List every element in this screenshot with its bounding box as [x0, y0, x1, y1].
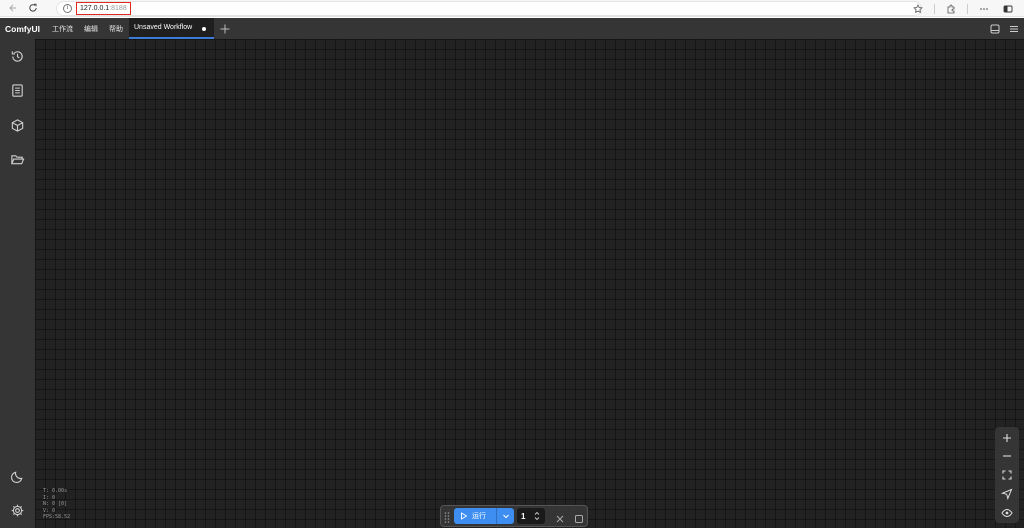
toolbar-divider	[934, 3, 935, 14]
zoom-out-icon[interactable]	[1001, 449, 1013, 461]
back-icon[interactable]	[6, 1, 20, 15]
stat-nodes: N: 0 [0]	[43, 501, 68, 507]
graph-canvas[interactable]	[35, 39, 1024, 528]
chevron-down-icon[interactable]	[533, 516, 541, 522]
visibility-eye-icon[interactable]	[1001, 506, 1013, 518]
left-sidebar	[0, 39, 35, 528]
chevron-down-icon	[502, 514, 509, 519]
more-icon[interactable]	[976, 1, 992, 17]
fit-view-icon[interactable]	[1001, 468, 1013, 480]
sidebar-toggle-icon[interactable]	[1000, 1, 1016, 17]
add-tab-icon[interactable]	[219, 22, 231, 34]
url-highlight-box[interactable]: 127.0.0.1:8188	[76, 2, 131, 15]
url-port: :8188	[109, 5, 127, 12]
url-host: 127.0.0.1	[80, 5, 110, 12]
reload-icon[interactable]	[26, 1, 40, 15]
browser-toolbar: i 127.0.0.1:8188	[0, 0, 1024, 17]
batch-count-value[interactable]: 1	[521, 512, 531, 521]
app-menubar: ComfyUI 工作流 编辑 帮助 Unsaved Workflow	[0, 18, 1024, 39]
run-toolbar: 运行 1	[440, 505, 588, 527]
cancel-close-icon[interactable]	[555, 511, 565, 523]
star-icon[interactable]	[910, 1, 926, 17]
run-label: 运行	[472, 513, 486, 520]
run-options-dropdown[interactable]	[496, 508, 514, 524]
model-cube-icon[interactable]	[10, 118, 25, 133]
locate-icon[interactable]	[1000, 487, 1013, 501]
menu-help[interactable]: 帮助	[109, 24, 123, 34]
unsaved-dot-icon	[202, 27, 206, 31]
history-icon[interactable]	[10, 49, 25, 64]
workflow-folder-icon[interactable]	[10, 152, 25, 167]
tab-label: Unsaved Workflow	[134, 24, 193, 31]
zoom-controls	[995, 427, 1019, 523]
menu-workflow[interactable]: 工作流	[52, 24, 73, 34]
stop-square-icon[interactable]	[574, 511, 584, 523]
toolbar-divider	[967, 3, 968, 14]
canvas-stats: T: 0.00s I: 0 N: 0 [0] V: 0 FPS:58.52	[43, 488, 70, 521]
stat-time: T: 0.00s	[43, 488, 68, 494]
play-icon	[461, 512, 468, 520]
bottom-panel-icon[interactable]	[989, 22, 1001, 34]
drag-handle-icon[interactable]	[443, 510, 451, 523]
tab-unsaved-workflow[interactable]: Unsaved Workflow	[129, 18, 214, 39]
batch-count-stepper[interactable]: 1	[517, 508, 545, 524]
settings-gear-icon[interactable]	[10, 503, 25, 518]
queue-document-icon[interactable]	[10, 83, 25, 98]
stat-fps: FPS:58.52	[43, 514, 71, 520]
extension-icon[interactable]	[943, 1, 959, 17]
theme-moon-icon[interactable]	[10, 469, 25, 484]
run-button[interactable]: 运行	[454, 508, 496, 524]
info-icon[interactable]: i	[63, 4, 72, 13]
menu-edit[interactable]: 编辑	[84, 24, 98, 34]
address-bar[interactable]: i 127.0.0.1:8188	[56, 1, 922, 16]
app-logo: ComfyUI	[5, 23, 40, 34]
zoom-in-icon[interactable]	[1001, 431, 1013, 443]
hamburger-menu-icon[interactable]	[1008, 22, 1020, 34]
